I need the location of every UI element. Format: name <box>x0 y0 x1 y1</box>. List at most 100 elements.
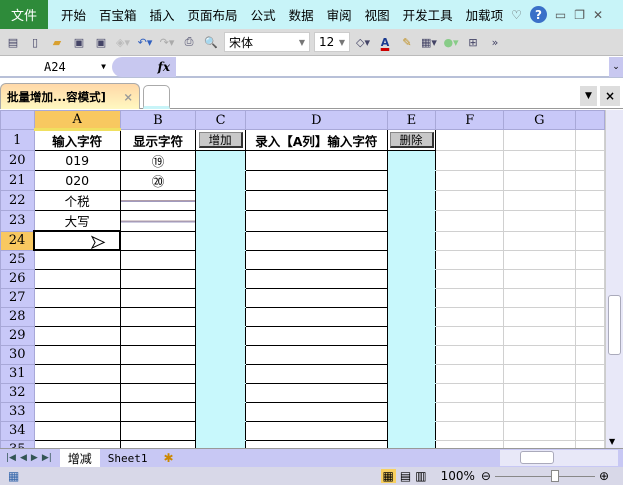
cell-h[interactable] <box>574 268 605 289</box>
cell-e[interactable] <box>386 306 437 327</box>
cell-f[interactable] <box>435 401 505 422</box>
cell-e[interactable] <box>386 439 437 448</box>
first-sheet-icon[interactable]: |◀ <box>6 453 16 463</box>
cell-b[interactable] <box>119 325 197 346</box>
cell-a[interactable] <box>33 287 121 308</box>
print-icon[interactable]: ⎙ <box>180 34 198 50</box>
cell-f[interactable] <box>435 170 505 191</box>
cell-a[interactable]: 020 <box>33 170 121 191</box>
row-header[interactable]: 28 <box>0 306 35 327</box>
cell-g[interactable] <box>503 268 576 289</box>
row-header[interactable]: 30 <box>0 344 35 365</box>
vertical-scrollbar[interactable]: ▼ <box>605 110 623 448</box>
cell-h[interactable] <box>574 150 605 171</box>
cell-h[interactable] <box>574 249 605 270</box>
cell-c[interactable] <box>195 325 247 346</box>
cell-b[interactable] <box>119 401 197 422</box>
cell-d[interactable] <box>245 363 388 384</box>
cell-d[interactable] <box>245 420 388 441</box>
zoom-out-icon[interactable]: ⊖ <box>481 469 491 483</box>
cell-b[interactable] <box>119 268 197 289</box>
cell-f[interactable] <box>435 420 505 441</box>
save-as-icon[interactable]: ▣ <box>92 34 110 50</box>
row-header[interactable]: 26 <box>0 268 35 289</box>
font-size-select[interactable]: 12 ▼ <box>314 32 350 52</box>
cell-c[interactable] <box>195 210 247 232</box>
cell-f[interactable] <box>435 363 505 384</box>
cell-c[interactable] <box>195 249 247 270</box>
cell-a[interactable]: 019 <box>33 150 121 171</box>
minimize-icon[interactable]: ▭ <box>555 8 566 22</box>
cell-a[interactable] <box>33 420 121 441</box>
cell-a[interactable] <box>33 268 121 289</box>
fill-color-icon[interactable]: ◇▾ <box>354 34 372 50</box>
menu-formulas[interactable]: 公式 <box>251 5 276 24</box>
cell-c[interactable] <box>195 363 247 384</box>
cell-g[interactable] <box>503 249 576 270</box>
menu-page-layout[interactable]: 页面布局 <box>188 5 238 24</box>
cell-b[interactable] <box>119 190 197 211</box>
column-header-c[interactable]: C <box>195 110 247 130</box>
cell-g[interactable] <box>503 401 576 422</box>
cell-d[interactable] <box>245 344 388 365</box>
cell-b[interactable] <box>119 420 197 441</box>
cell-d[interactable] <box>245 439 388 448</box>
cell-h[interactable] <box>574 363 605 384</box>
row-header[interactable]: 29 <box>0 325 35 346</box>
cell-f[interactable] <box>435 325 505 346</box>
page-break-view-icon[interactable]: ▥ <box>415 469 426 483</box>
row-header[interactable]: 24 <box>0 230 35 251</box>
column-header-e[interactable]: E <box>386 110 437 130</box>
cell-b[interactable] <box>119 210 197 232</box>
row-header[interactable]: 20 <box>0 150 35 171</box>
cell-c[interactable] <box>195 439 247 448</box>
cell-h[interactable] <box>574 210 605 232</box>
cell-d[interactable] <box>245 190 388 211</box>
cell-b[interactable]: ⑲ <box>119 150 197 171</box>
restore-icon[interactable]: ❐ <box>574 8 585 22</box>
close-tab-icon[interactable]: × <box>123 90 133 104</box>
cell-e[interactable] <box>386 420 437 441</box>
cell-g1[interactable] <box>503 129 576 151</box>
cell-g[interactable] <box>503 170 576 191</box>
font-color-icon[interactable]: A <box>376 34 394 50</box>
cell-f[interactable] <box>435 249 505 270</box>
cell-a[interactable] <box>33 230 122 251</box>
cell-f[interactable] <box>435 210 505 232</box>
cell-g[interactable] <box>503 230 576 251</box>
tab-list-icon[interactable]: ▼ <box>580 86 597 106</box>
menu-developer[interactable]: 开发工具 <box>403 5 453 24</box>
cell-c[interactable] <box>195 382 247 403</box>
fx-icon[interactable]: fx <box>112 56 176 77</box>
row-header[interactable]: 31 <box>0 363 35 384</box>
cell-h[interactable] <box>574 325 605 346</box>
cell-e[interactable] <box>386 150 437 171</box>
cell-e[interactable] <box>386 268 437 289</box>
row-header[interactable]: 34 <box>0 420 35 441</box>
new-tab-button[interactable] <box>143 85 170 109</box>
cell-f[interactable] <box>435 306 505 327</box>
cell-e[interactable] <box>386 190 437 211</box>
cell-b[interactable] <box>119 306 197 327</box>
cell-f[interactable] <box>435 344 505 365</box>
cell-c[interactable] <box>195 306 247 327</box>
row-header[interactable]: 23 <box>0 210 35 232</box>
cell-h[interactable] <box>574 420 605 441</box>
cell-a[interactable]: 大写 <box>33 210 121 232</box>
scroll-thumb[interactable] <box>608 295 621 355</box>
menu-data[interactable]: 数据 <box>289 5 314 24</box>
cell-d[interactable] <box>245 306 388 327</box>
menu-home[interactable]: 开始 <box>61 5 86 24</box>
cell-d1[interactable]: 录入【A列】输入字符 <box>245 129 388 151</box>
cell-a[interactable] <box>33 363 121 384</box>
cell-c[interactable] <box>195 230 247 251</box>
cell-d[interactable] <box>245 210 388 232</box>
cell-d[interactable] <box>245 268 388 289</box>
cell-h1[interactable] <box>574 129 605 151</box>
cell-b[interactable]: ⑳ <box>119 170 197 191</box>
conditional-format-icon[interactable]: ▦▾ <box>420 34 438 50</box>
row-header[interactable]: 1 <box>0 129 35 151</box>
prev-sheet-icon[interactable]: ◀ <box>20 453 27 463</box>
cell-g[interactable] <box>503 420 576 441</box>
cell-a[interactable] <box>33 401 121 422</box>
